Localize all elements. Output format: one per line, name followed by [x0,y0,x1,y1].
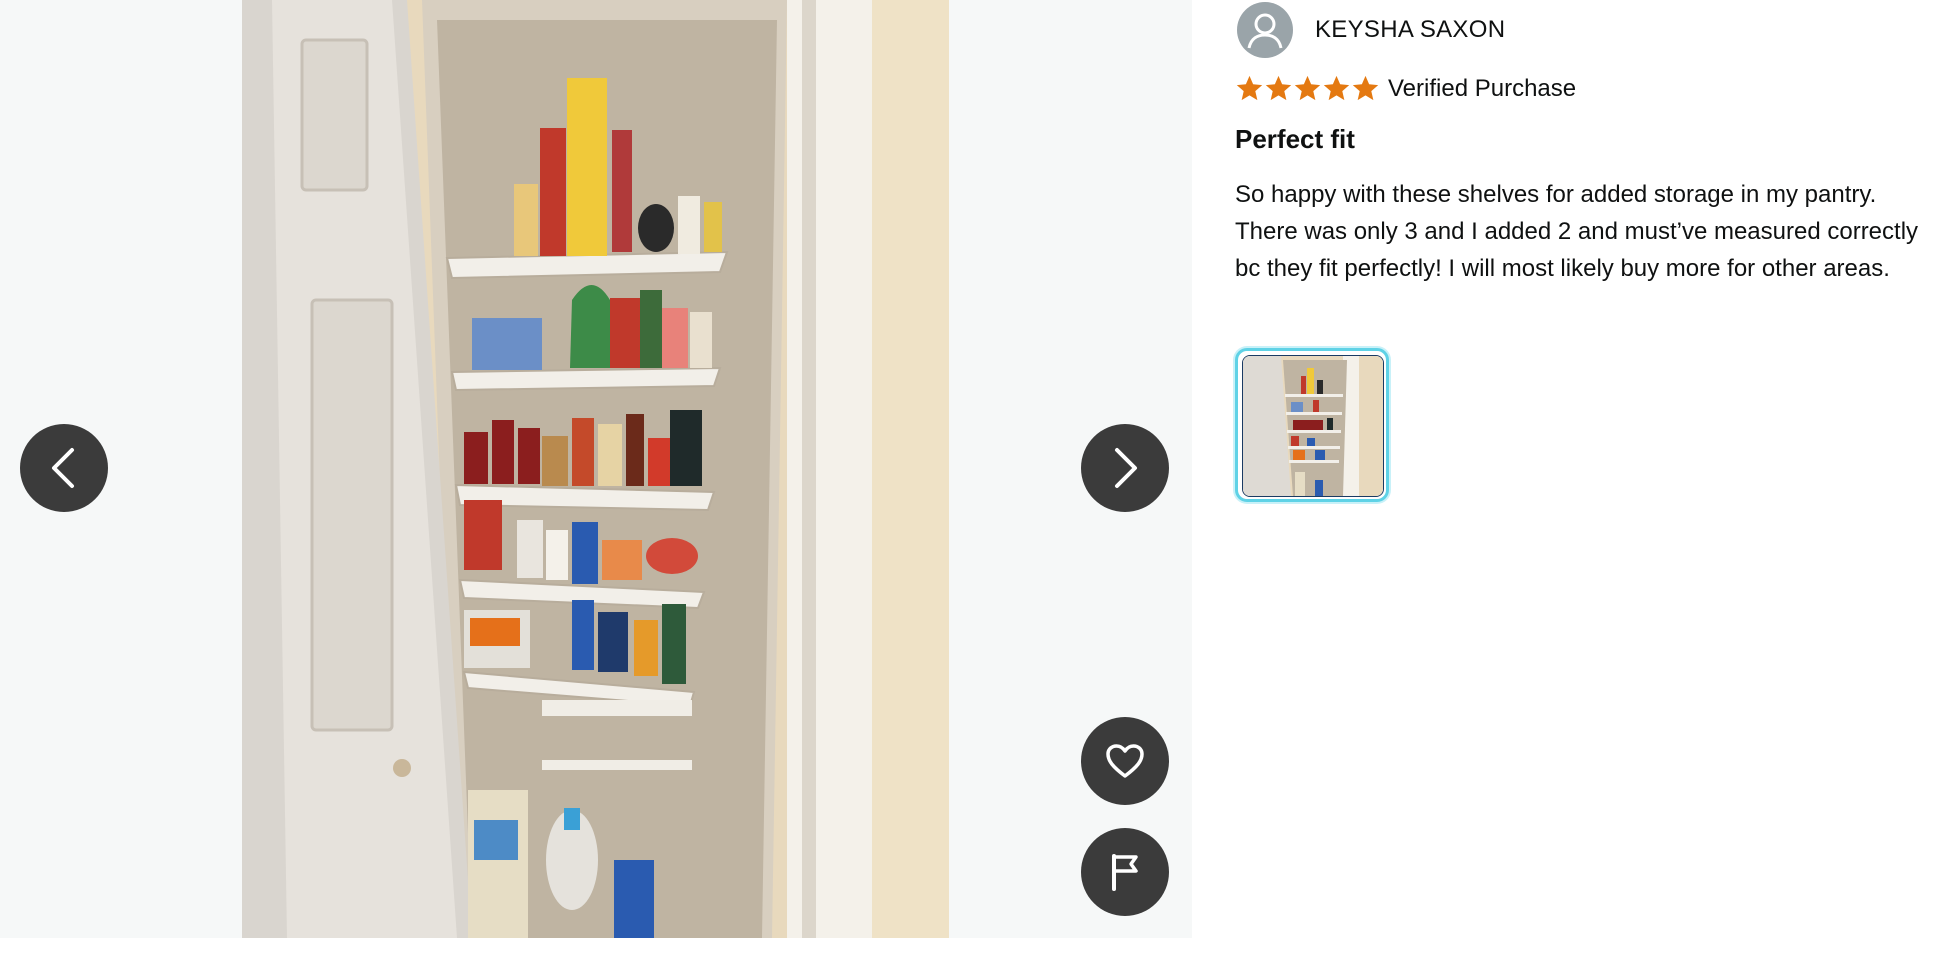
previous-image-button[interactable] [20,424,108,512]
helpful-like-button[interactable] [1081,717,1169,805]
verified-purchase-badge: Verified Purchase [1388,74,1577,102]
reviewer-name[interactable]: KEYSHA SAXON [1315,16,1505,44]
reviewer-profile[interactable]: KEYSHA SAXON [1237,2,1505,58]
star-icon [1323,75,1350,101]
heart-icon [1106,744,1144,778]
chevron-left-icon [52,448,74,488]
report-button[interactable] [1081,828,1169,916]
rating-row: Verified Purchase [1235,74,1576,103]
flag-icon [1112,854,1138,891]
chevron-right-icon [1115,448,1137,488]
review-image-thumbnail[interactable] [1235,348,1389,502]
star-rating [1235,74,1380,103]
user-icon [1247,13,1283,49]
review-photo [242,0,949,938]
next-image-button[interactable] [1081,424,1169,512]
star-icon [1294,75,1321,101]
star-icon [1236,75,1263,101]
star-icon [1265,75,1292,101]
star-icon [1352,75,1379,101]
review-title: Perfect fit [1235,124,1355,154]
review-body: So happy with these shelves for added st… [1235,181,1919,282]
image-viewer [0,0,1192,938]
avatar [1237,2,1293,58]
thumbnail-image [1242,355,1384,497]
pantry-image [242,0,949,938]
